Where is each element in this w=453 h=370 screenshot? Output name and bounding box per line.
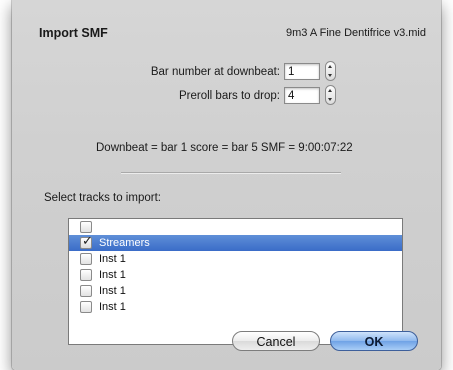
- checkbox-icon[interactable]: [80, 221, 92, 233]
- track-row[interactable]: [69, 219, 402, 235]
- checkbox-icon[interactable]: [80, 301, 92, 313]
- import-smf-dialog: Import SMF 9m3 A Fine Dentifrice v3.mid …: [12, 0, 441, 370]
- track-row[interactable]: Inst 1: [69, 267, 402, 283]
- track-label: Streamers: [99, 237, 150, 249]
- track-row[interactable]: Inst 1: [69, 299, 402, 315]
- stepper-up-icon[interactable]: [328, 65, 332, 68]
- checkbox-icon[interactable]: [80, 269, 92, 281]
- track-row[interactable]: Inst 1: [69, 251, 402, 267]
- cancel-button[interactable]: Cancel: [232, 331, 320, 351]
- downbeat-summary: Downbeat = bar 1 score = bar 5 SMF = 9:0…: [96, 142, 353, 154]
- separator: [121, 172, 341, 174]
- preroll-bars-stepper[interactable]: [325, 85, 336, 105]
- checkbox-icon[interactable]: [80, 285, 92, 297]
- file-name: 9m3 A Fine Dentifrice v3.mid: [285, 27, 426, 39]
- track-label: Inst 1: [99, 285, 126, 297]
- track-row[interactable]: Inst 1: [69, 283, 402, 299]
- stepper-up-icon[interactable]: [328, 89, 332, 92]
- track-row-selected[interactable]: ✓ Streamers: [69, 233, 402, 251]
- track-label: Inst 1: [99, 269, 126, 281]
- stepper-down-icon[interactable]: [328, 98, 332, 101]
- dialog-title: Import SMF: [39, 26, 108, 40]
- stepper-down-icon[interactable]: [328, 74, 332, 77]
- bar-number-field[interactable]: 1: [284, 63, 320, 80]
- checkmark-icon: ✓: [82, 233, 93, 248]
- preroll-bars-label: Preroll bars to drop:: [179, 90, 280, 102]
- track-label: Inst 1: [99, 301, 126, 313]
- track-label: Inst 1: [99, 253, 126, 265]
- checkbox-icon[interactable]: ✓: [80, 233, 93, 249]
- bar-number-label: Bar number at downbeat:: [150, 66, 280, 78]
- tracks-list[interactable]: ✓ Streamers Inst 1 Inst 1 Inst 1 Inst 1: [68, 218, 403, 345]
- bar-number-stepper[interactable]: [325, 61, 336, 81]
- select-tracks-label: Select tracks to import:: [44, 192, 161, 204]
- preroll-bars-field[interactable]: 4: [284, 87, 320, 104]
- checkbox-icon[interactable]: [80, 253, 92, 265]
- ok-button[interactable]: OK: [330, 331, 418, 351]
